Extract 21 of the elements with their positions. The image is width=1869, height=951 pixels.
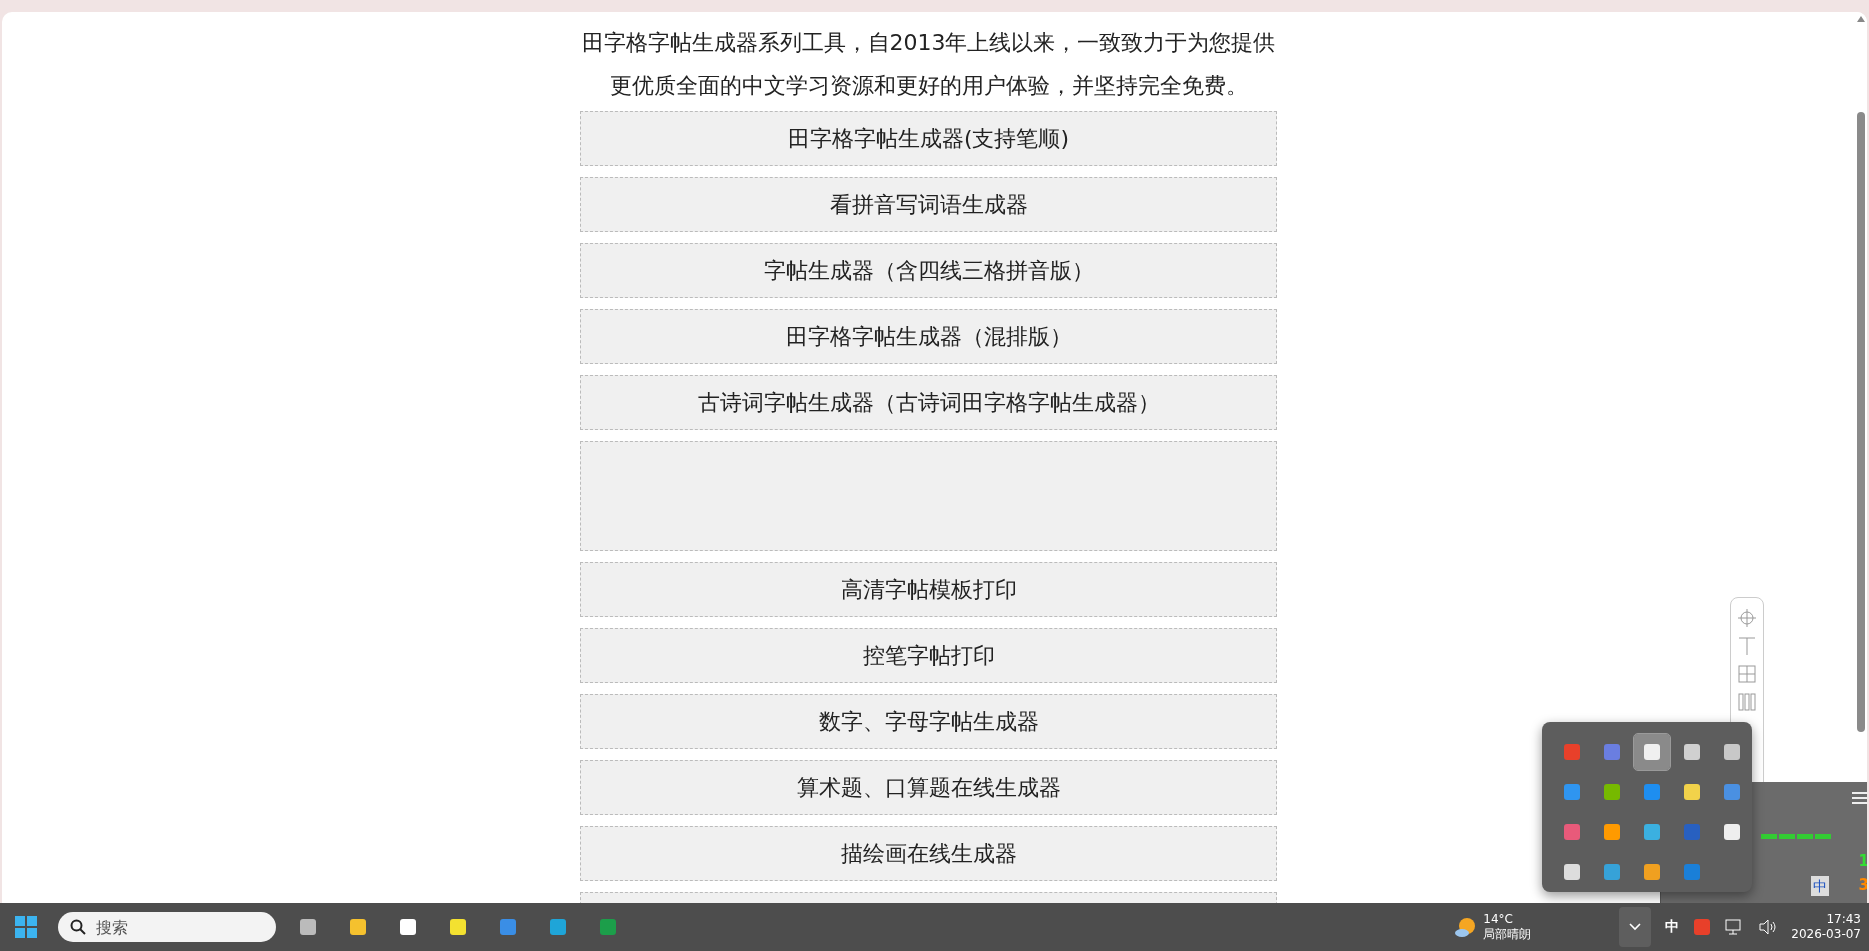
- tool-link[interactable]: 数字、字母字帖生成器: [580, 694, 1277, 749]
- tool-link[interactable]: 描绘画在线生成器: [580, 826, 1277, 881]
- temperature-text: 14°C: [1483, 912, 1513, 927]
- intro-text: 更优质全面的中文学习资源和更好的用户体验，并坚持完全免费。: [608, 72, 1249, 100]
- tool-link[interactable]: 控笔字帖打印: [580, 628, 1277, 683]
- tool-link[interactable]: 算术题、口算题在线生成器: [580, 760, 1277, 815]
- clock-date: 2026-03-07: [1791, 927, 1861, 942]
- search-input[interactable]: 搜索: [94, 916, 248, 938]
- tool-link[interactable]: 高清字帖模板打印: [580, 562, 1277, 617]
- tool-link[interactable]: 看拼音写词语生成器: [580, 177, 1277, 232]
- tool-link[interactable]: 田字格字帖生成器(支持笔顺): [580, 111, 1277, 166]
- search-field[interactable]: 搜索: [58, 912, 276, 942]
- tool-link[interactable]: 古诗词字帖生成器（古诗词田字格字帖生成器）: [580, 375, 1277, 430]
- weather-text: 局部晴朗: [1483, 927, 1532, 942]
- tool-link[interactable]: 字帖生成器（含四线三格拼音版）: [580, 243, 1277, 298]
- clock-time: 17:43: [1826, 912, 1861, 927]
- tool-link[interactable]: 田字格字帖生成器（混排版）: [580, 309, 1277, 364]
- intro-text: 田字格字帖生成器系列工具，自2013年上线以来，一致致力于为您提供: [580, 29, 1277, 57]
- ime-text: 中: [1811, 876, 1829, 896]
- ime-indicator[interactable]: 中: [1665, 918, 1680, 936]
- reading-text: 3: [1858, 878, 1867, 893]
